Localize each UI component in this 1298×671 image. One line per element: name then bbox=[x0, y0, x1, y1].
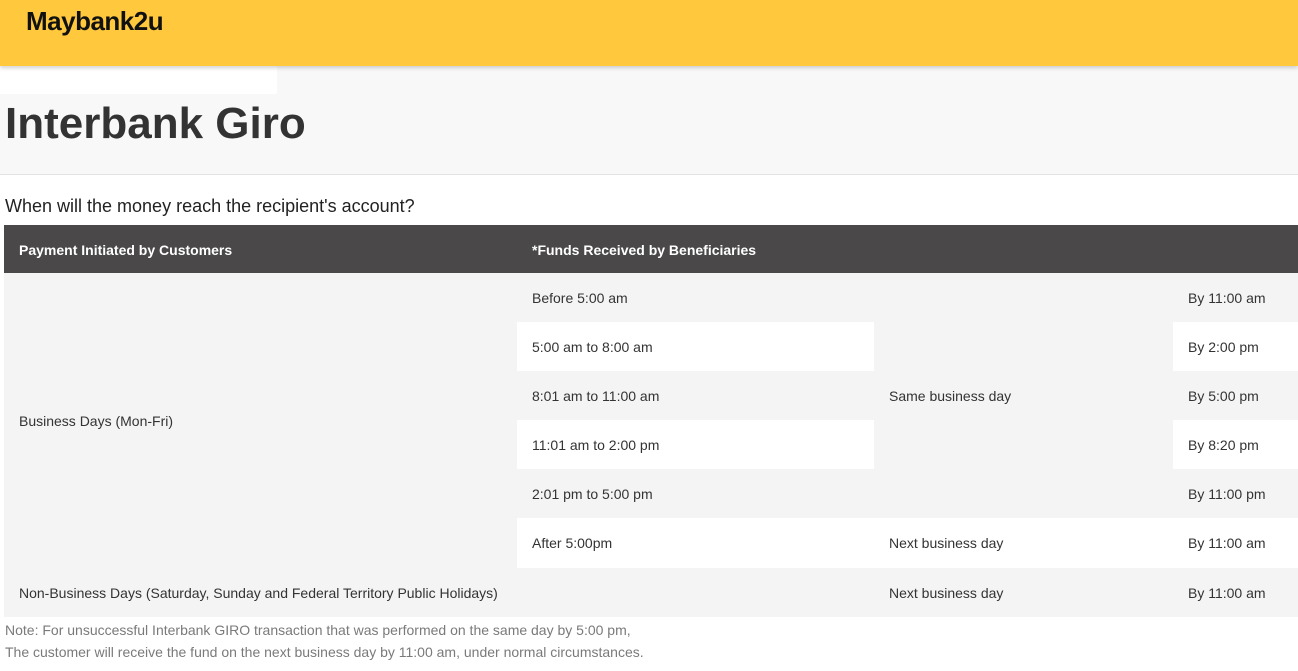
received-time: By 2:00 pm bbox=[1188, 338, 1259, 355]
table-cell-empty bbox=[874, 273, 1173, 322]
column-header-received: *Funds Received by Beneficiaries bbox=[532, 242, 757, 258]
top-header: Maybank2u bbox=[0, 0, 1298, 66]
table-cell: By 8:20 pm bbox=[1173, 420, 1298, 469]
table-cell-empty bbox=[874, 469, 1173, 518]
initiated-time: 2:01 pm to 5:00 pm bbox=[532, 485, 653, 502]
received-time: By 11:00 am bbox=[1188, 584, 1266, 601]
non-business-next-day-cell: Next business day bbox=[874, 568, 1173, 617]
table-cell: By 11:00 am bbox=[1173, 518, 1298, 568]
table-cell: By 2:00 pm bbox=[1173, 322, 1298, 371]
title-tab bbox=[0, 66, 277, 94]
maybank2u-logo[interactable]: Maybank2u bbox=[26, 6, 164, 37]
note-line-2: The customer will receive the fund on th… bbox=[5, 644, 644, 660]
initiated-time: After 5:00pm bbox=[532, 535, 613, 551]
initiated-time: 5:00 am to 8:00 am bbox=[532, 338, 653, 355]
table-cell-empty bbox=[874, 420, 1173, 469]
table-cell: By 11:00 pm bbox=[1173, 469, 1298, 518]
received-time: By 11:00 pm bbox=[1188, 485, 1266, 502]
table-cell: By 11:00 am bbox=[1173, 568, 1298, 617]
table-row: 2:01 pm to 5:00 pm bbox=[517, 469, 874, 518]
table-cell: By 5:00 pm bbox=[1173, 371, 1298, 420]
non-business-days-cell: Non-Business Days (Saturday, Sunday and … bbox=[4, 568, 874, 617]
table-row: 11:01 am to 2:00 pm bbox=[517, 420, 874, 469]
table-row: After 5:00pm bbox=[517, 518, 874, 568]
table-row: 8:01 am to 11:00 am bbox=[517, 371, 874, 420]
initiated-time: 11:01 am to 2:00 pm bbox=[532, 436, 660, 453]
initiated-time: Before 5:00 am bbox=[532, 289, 628, 306]
received-time: By 5:00 pm bbox=[1188, 387, 1259, 404]
received-time: By 11:00 am bbox=[1188, 289, 1266, 306]
table-row: 5:00 am to 8:00 am bbox=[517, 322, 874, 371]
next-business-day-label: Next business day bbox=[889, 584, 1004, 601]
same-business-day-cell: Same business day bbox=[874, 371, 1173, 420]
received-time: By 8:20 pm bbox=[1188, 436, 1259, 453]
received-time: By 11:00 am bbox=[1188, 535, 1266, 551]
next-business-day-label: Next business day bbox=[889, 535, 1004, 551]
initiated-time: 8:01 am to 11:00 am bbox=[532, 387, 660, 404]
column-header-initiated: Payment Initiated by Customers bbox=[19, 242, 233, 258]
table-cell: By 11:00 am bbox=[1173, 273, 1298, 322]
note-line-1: Note: For unsuccessful Interbank GIRO tr… bbox=[5, 622, 631, 638]
non-business-days-label: Non-Business Days (Saturday, Sunday and … bbox=[19, 584, 498, 601]
business-days-label: Business Days (Mon-Fri) bbox=[19, 412, 174, 429]
table-cell-empty bbox=[874, 322, 1173, 371]
same-business-day-label: Same business day bbox=[889, 387, 1012, 404]
page-title: Interbank Giro bbox=[5, 99, 306, 148]
section-question: When will the money reach the recipient'… bbox=[5, 196, 415, 216]
table-header: Payment Initiated by Customers *Funds Re… bbox=[4, 225, 1298, 273]
table-row: Before 5:00 am bbox=[517, 273, 874, 322]
next-business-day-cell: Next business day bbox=[874, 518, 1173, 568]
business-days-cell: Business Days (Mon-Fri) bbox=[4, 273, 517, 568]
